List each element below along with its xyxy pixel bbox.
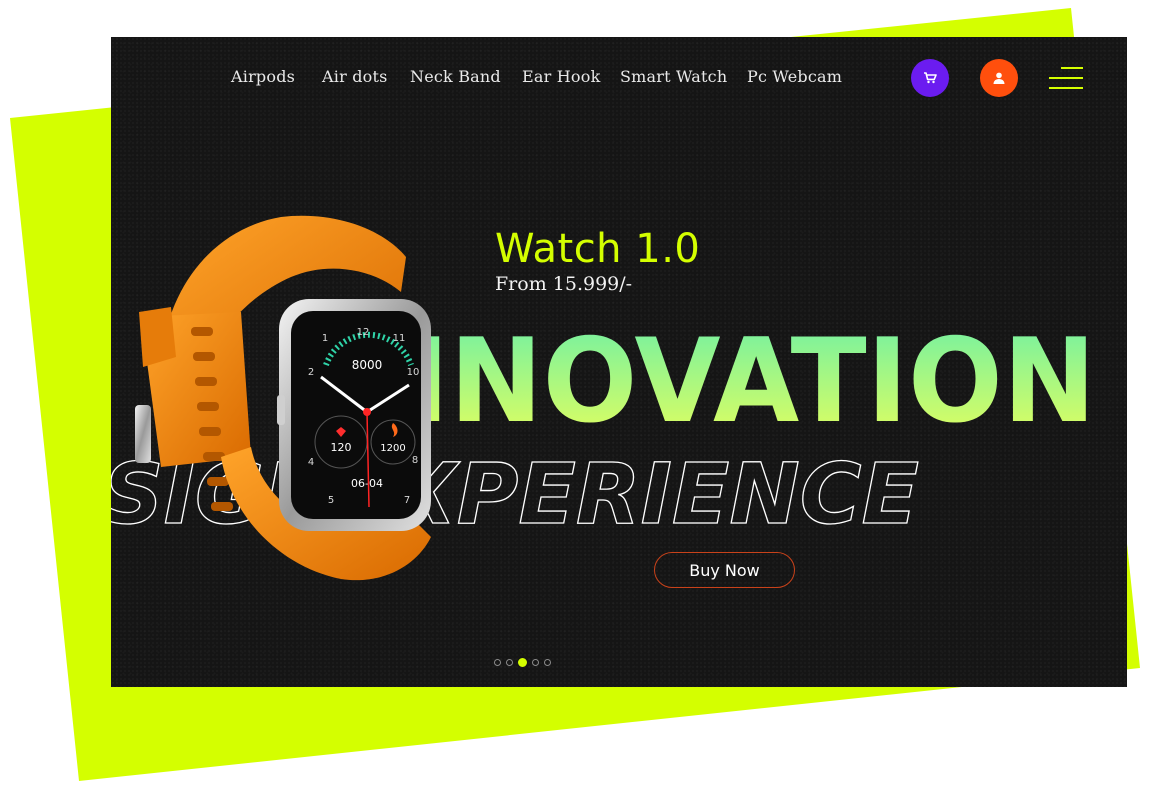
smartwatch-image: 8000 120 1200 06-04 12 11 1 2 10 4 8 5 7 — [135, 215, 431, 581]
buy-now-button[interactable]: Buy Now — [654, 552, 795, 588]
steps-value: 8000 — [352, 358, 383, 372]
date-value: 06-04 — [351, 477, 383, 490]
hour-number: 4 — [308, 457, 314, 468]
heart-value: 120 — [331, 441, 352, 454]
carousel-dot[interactable] — [494, 659, 501, 666]
carousel-dot[interactable] — [506, 659, 513, 666]
hour-number: 7 — [404, 495, 410, 506]
hero-panel: Airpods Air dots Neck Band Ear Hook Smar… — [111, 37, 1127, 687]
hour-number: 2 — [308, 367, 314, 378]
hour-number: 1 — [322, 333, 328, 344]
product-title: Watch 1.0 — [495, 226, 701, 272]
hour-number: 12 — [357, 327, 370, 338]
carousel-indicators — [494, 658, 551, 668]
hour-number: 11 — [393, 333, 406, 344]
carousel-dot-active[interactable] — [518, 658, 527, 667]
carousel-dot[interactable] — [544, 659, 551, 666]
hour-number: 8 — [412, 455, 418, 466]
carousel-dot[interactable] — [532, 659, 539, 666]
product-price: From 15.999/- — [495, 273, 633, 295]
hour-number: 10 — [407, 367, 420, 378]
big-text: INOVATION — [408, 314, 1096, 449]
hour-number: 5 — [328, 495, 334, 506]
calories-value: 1200 — [380, 443, 405, 454]
